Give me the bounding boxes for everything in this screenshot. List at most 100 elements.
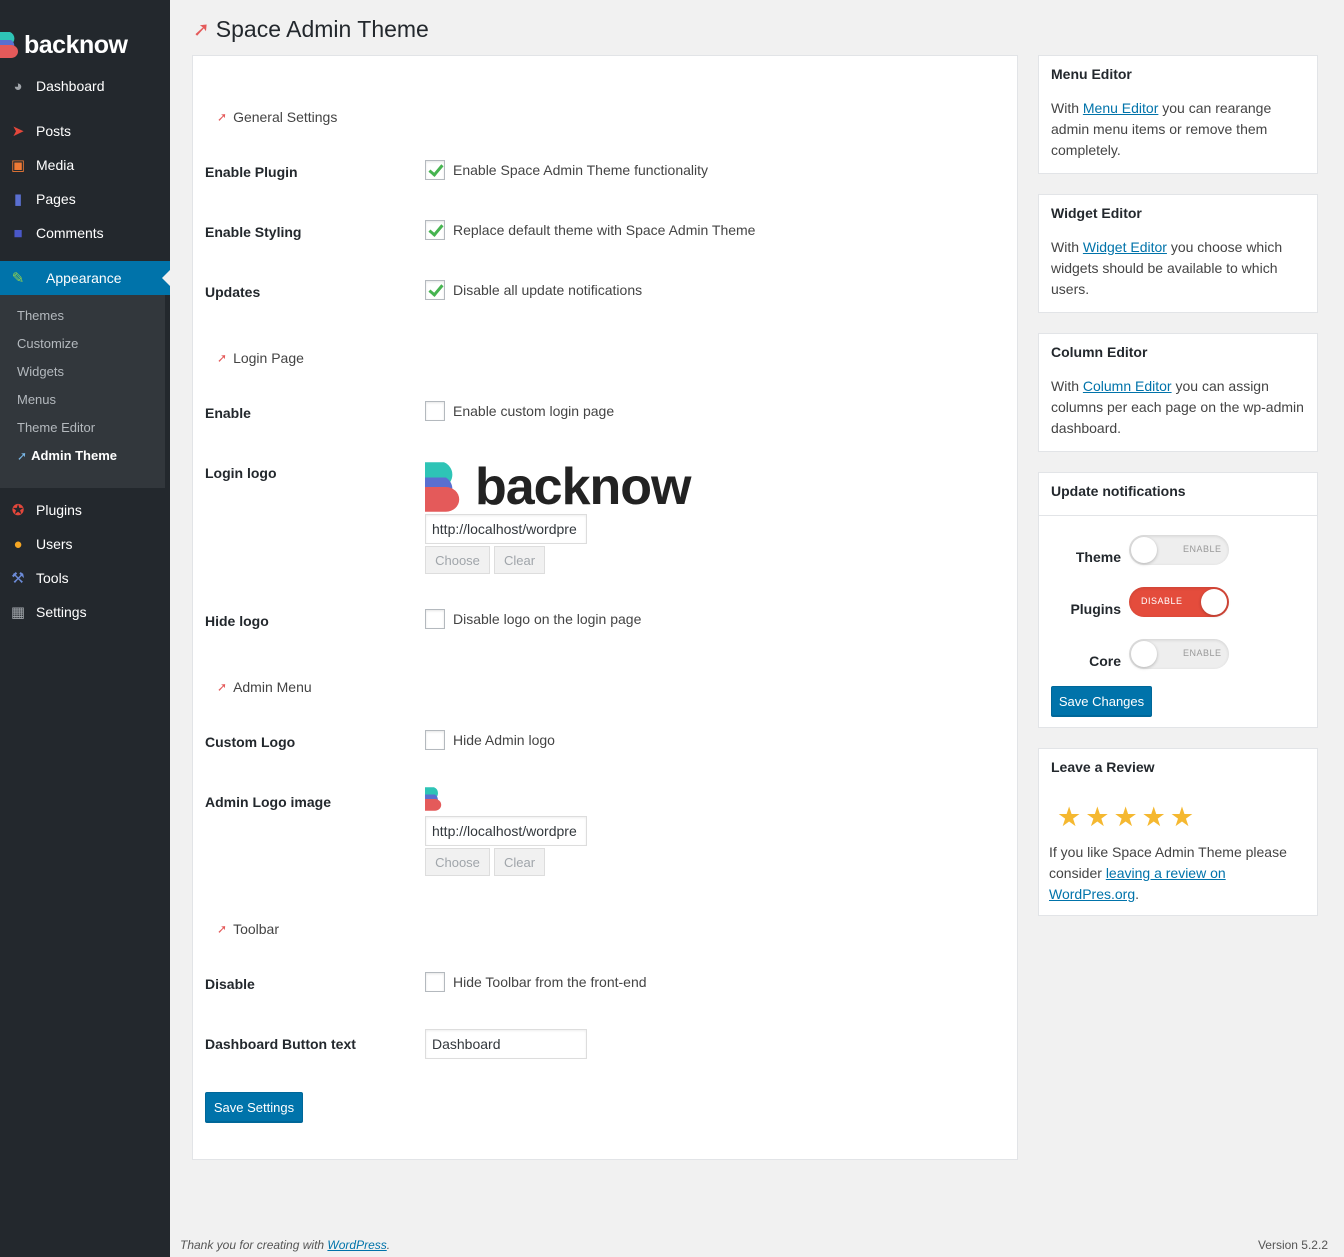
toggle-label-theme: Theme xyxy=(1075,549,1121,565)
rocket-icon: ➚ xyxy=(217,351,228,365)
section-title: General Settings xyxy=(233,109,338,125)
updates-text: Disable all update notifications xyxy=(453,282,643,298)
login-logo-choose-button[interactable]: Choose xyxy=(425,546,490,574)
custom-logo-checkbox[interactable] xyxy=(425,730,445,750)
star-icon[interactable]: ★ xyxy=(1142,804,1166,831)
sidebar-item-comments[interactable]: ■ Comments xyxy=(0,216,170,250)
hide-logo-checkbox[interactable] xyxy=(425,609,445,629)
page-title: Space Admin Theme xyxy=(215,15,429,42)
toggle-state-text: DISABLE xyxy=(1141,596,1183,606)
wrench-icon: ⚒ xyxy=(11,570,25,587)
updates-checkbox[interactable] xyxy=(425,280,445,300)
sidebar-item-posts[interactable]: ➤ Posts xyxy=(0,114,170,148)
login-logo-label: Login logo xyxy=(205,465,277,481)
theme-updates-toggle[interactable]: ENABLE xyxy=(1129,535,1229,565)
enable-plugin-text: Enable Space Admin Theme functionality xyxy=(453,162,709,178)
widget-title: Leave a Review xyxy=(1051,759,1155,775)
sidebar-item-plugins[interactable]: ✪ Plugins xyxy=(0,493,170,527)
footer-version: Version 5.2.2 xyxy=(1257,1238,1328,1252)
core-updates-toggle[interactable]: ENABLE xyxy=(1129,639,1229,669)
widget-editor-link[interactable]: Widget Editor xyxy=(1083,239,1167,255)
submenu-menus[interactable]: Menus xyxy=(17,390,56,410)
admin-sidebar: backnow ◕ Dashboard ➤ Posts ▣ Media ▮ Pa… xyxy=(0,0,170,1257)
sidebar-item-label: Dashboard xyxy=(36,78,105,94)
toolbar-disable-option[interactable]: Hide Toolbar from the front-end xyxy=(425,972,647,992)
login-logo-url-input[interactable]: http://localhost/wordpre xyxy=(425,514,587,544)
toggle-state-text: ENABLE xyxy=(1183,544,1222,554)
save-changes-button[interactable]: Save Changes xyxy=(1051,686,1152,716)
plugins-updates-toggle[interactable]: DISABLE xyxy=(1129,587,1229,617)
updates-option[interactable]: Disable all update notifications xyxy=(425,280,642,300)
widget-text: With Column Editor you can assign column… xyxy=(1051,376,1309,439)
sidebar-item-settings[interactable]: ▦ Settings xyxy=(0,595,170,629)
widget-title: Column Editor xyxy=(1051,344,1148,360)
sidebar-item-label: Settings xyxy=(36,604,87,620)
widget-editor-widget: Widget Editor With Widget Editor you cho… xyxy=(1038,194,1318,313)
sidebar-item-pages[interactable]: ▮ Pages xyxy=(0,182,170,216)
rating-stars[interactable]: ★ ★ ★ ★ ★ xyxy=(1057,804,1194,831)
enable-styling-checkbox[interactable] xyxy=(425,220,445,240)
submenu-admin-theme-label: Admin Theme xyxy=(31,448,118,463)
save-settings-button[interactable]: Save Settings xyxy=(205,1092,303,1122)
login-enable-option[interactable]: Enable custom login page xyxy=(425,401,614,421)
toolbar-disable-text: Hide Toolbar from the front-end xyxy=(453,974,647,990)
pin-icon: ➤ xyxy=(11,123,25,140)
submenu-admin-theme[interactable]: ➚ Admin Theme xyxy=(17,446,117,466)
sidebar-item-dashboard[interactable]: ◕ Dashboard xyxy=(0,69,170,103)
submenu-themes[interactable]: Themes xyxy=(17,306,64,326)
wordpress-link[interactable]: WordPress xyxy=(327,1238,386,1252)
section-title: Admin Menu xyxy=(233,679,312,695)
enable-styling-option[interactable]: Replace default theme with Space Admin T… xyxy=(425,220,755,240)
submenu-widgets[interactable]: Widgets xyxy=(17,362,64,382)
hide-logo-option[interactable]: Disable logo on the login page xyxy=(425,609,641,629)
hide-logo-label: Hide logo xyxy=(205,613,269,629)
sidebar-item-label: Users xyxy=(36,536,73,552)
admin-logo-preview-icon xyxy=(425,787,442,811)
submenu-theme-editor[interactable]: Theme Editor xyxy=(17,418,95,438)
toggle-knob xyxy=(1131,641,1157,667)
section-admin-menu: ➚ Admin Menu xyxy=(217,679,312,695)
section-toolbar: ➚ Toolbar xyxy=(217,921,279,937)
admin-logo-url-input[interactable]: http://localhost/wordpre xyxy=(425,816,587,846)
menu-editor-link[interactable]: Menu Editor xyxy=(1083,100,1158,116)
widget-title: Update notifications xyxy=(1051,483,1186,499)
sidebar-item-tools[interactable]: ⚒ Tools xyxy=(0,561,170,595)
admin-logo-choose-button[interactable]: Choose xyxy=(425,848,490,876)
widget-text-pre: With xyxy=(1051,378,1083,394)
backnow-logo-icon xyxy=(0,32,19,58)
section-title: Login Page xyxy=(233,350,304,366)
star-icon[interactable]: ★ xyxy=(1170,804,1194,831)
sidebar-item-label: Appearance xyxy=(46,270,122,286)
star-icon[interactable]: ★ xyxy=(1113,804,1137,831)
rocket-icon: ➚ xyxy=(217,680,228,694)
enable-plugin-label: Enable Plugin xyxy=(205,164,298,180)
sidebar-item-label: Comments xyxy=(36,225,104,241)
enable-styling-label: Enable Styling xyxy=(205,224,302,240)
sidebar-item-appearance[interactable]: ✎ Appearance xyxy=(0,261,170,295)
dashboard-button-label: Dashboard Button text xyxy=(205,1036,356,1052)
widget-text: If you like Space Admin Theme please con… xyxy=(1049,842,1311,905)
settings-panel: ➚ General Settings Enable Plugin Enable … xyxy=(192,55,1018,1160)
sidebar-item-media[interactable]: ▣ Media xyxy=(0,148,170,182)
rocket-icon: ➚ xyxy=(217,922,228,936)
submenu-customize[interactable]: Customize xyxy=(17,334,78,354)
media-icon: ▣ xyxy=(10,157,26,174)
column-editor-link[interactable]: Column Editor xyxy=(1083,378,1172,394)
sidebar-item-users[interactable]: ● Users xyxy=(0,527,170,561)
brand-logo[interactable]: backnow xyxy=(0,28,128,62)
sidebar-item-label: Posts xyxy=(36,123,72,139)
admin-logo-clear-button[interactable]: Clear xyxy=(494,848,545,876)
login-logo-clear-button[interactable]: Clear xyxy=(494,546,545,574)
widget-title: Widget Editor xyxy=(1051,205,1142,221)
widget-text-pre: With xyxy=(1051,100,1083,116)
enable-plugin-checkbox[interactable] xyxy=(425,160,445,180)
custom-logo-option[interactable]: Hide Admin logo xyxy=(425,730,555,750)
star-icon[interactable]: ★ xyxy=(1057,804,1081,831)
login-enable-checkbox[interactable] xyxy=(425,401,445,421)
star-icon[interactable]: ★ xyxy=(1085,804,1109,831)
update-notifications-widget: Update notifications Theme ENABLE Plugin… xyxy=(1038,472,1318,728)
enable-plugin-option[interactable]: Enable Space Admin Theme functionality xyxy=(425,160,708,180)
toolbar-disable-checkbox[interactable] xyxy=(425,972,445,992)
login-logo-text: backnow xyxy=(475,458,691,516)
dashboard-button-text-input[interactable]: Dashboard xyxy=(425,1029,587,1059)
